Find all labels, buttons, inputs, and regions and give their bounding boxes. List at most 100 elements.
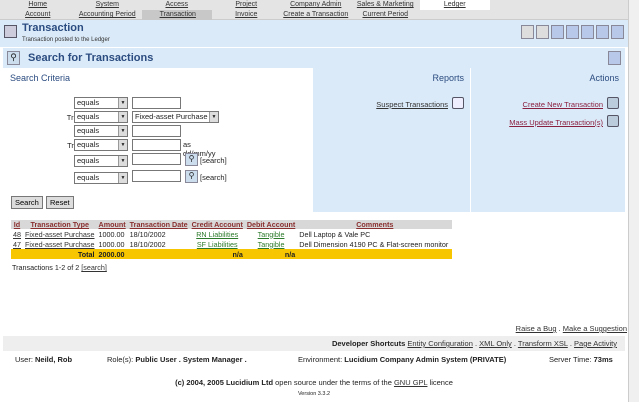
- search-icon[interactable]: [551, 25, 564, 39]
- book-icon[interactable]: [608, 51, 621, 65]
- copyright: (c) 2004, 2005 Lucidium Ltd open source …: [175, 378, 453, 387]
- book-alt-icon[interactable]: [596, 25, 609, 39]
- amount: 1000.00: [98, 239, 125, 249]
- action-icon[interactable]: [607, 115, 619, 127]
- amount: 1000.00: [98, 229, 125, 239]
- debit-total: n/a: [244, 249, 298, 259]
- reset-button[interactable]: Reset: [46, 196, 74, 209]
- report-icon[interactable]: [452, 97, 464, 109]
- nav-company-admin[interactable]: Company Admin: [281, 0, 351, 10]
- search-icon[interactable]: ⚲: [185, 170, 198, 183]
- user-label: User:: [15, 355, 33, 364]
- nav-ledger[interactable]: Ledger: [420, 0, 490, 10]
- subnav-create-transaction[interactable]: Create a Transaction: [281, 10, 351, 20]
- debit-account-search-link[interactable]: [search]: [200, 173, 227, 182]
- id-link[interactable]: 48: [13, 230, 21, 239]
- transaction-type-operator-select[interactable]: equals ▼: [74, 111, 128, 123]
- id-operator-select[interactable]: equals ▼: [74, 97, 128, 109]
- id-link[interactable]: 47: [13, 240, 21, 249]
- calculator-icon: [4, 25, 17, 38]
- top-nav: Home System Access Project Company Admin…: [0, 0, 628, 20]
- developer-shortcuts: Developer Shortcuts Entity Configuration…: [3, 336, 625, 351]
- col-id[interactable]: Id: [11, 220, 23, 229]
- col-amount[interactable]: Amount: [96, 220, 128, 229]
- type-link[interactable]: Fixed-asset Purchase: [25, 240, 95, 249]
- debit-account-link[interactable]: Tangible: [258, 240, 285, 249]
- total-row: Total 2000.00 n/a n/a: [11, 249, 453, 259]
- create-new-transaction-link[interactable]: Create New Transaction: [523, 100, 603, 109]
- type-link[interactable]: Fixed-asset Purchase: [25, 230, 95, 239]
- search-icon: ⚲: [7, 51, 20, 65]
- subnav-accounting-period[interactable]: Accounting Period: [73, 10, 143, 20]
- page-title: Transaction: [22, 22, 84, 34]
- transaction-date-operator-select[interactable]: equals ▼: [74, 139, 128, 151]
- table-row: 47 Fixed-asset Purchase 1000.00 18/10/20…: [11, 239, 452, 249]
- search-criteria-title: Search Criteria: [10, 73, 71, 83]
- credit-account-link[interactable]: RN Liabilities: [196, 230, 238, 239]
- credit-account-link[interactable]: SF Liabilities: [197, 240, 238, 249]
- entity-config-link[interactable]: Entity Configuration: [407, 339, 472, 348]
- subnav-transaction[interactable]: Transaction: [142, 10, 212, 20]
- credit-account-input[interactable]: [132, 153, 181, 165]
- section-title: Search for Transactions: [28, 52, 154, 64]
- nav-sales-marketing[interactable]: Sales & Marketing: [351, 0, 421, 10]
- arrow-down-icon[interactable]: [536, 25, 549, 39]
- credit-account-search-link[interactable]: [search]: [200, 156, 227, 165]
- transform-xsl-link[interactable]: Transform XSL: [518, 339, 568, 348]
- date: 18/10/2002: [129, 229, 166, 239]
- user-close-icon[interactable]: [611, 25, 624, 39]
- nav-system[interactable]: System: [73, 0, 143, 10]
- search-button[interactable]: Search: [11, 196, 43, 209]
- total-label: Total: [11, 249, 97, 259]
- amount-operator-select[interactable]: equals ▼: [74, 125, 128, 137]
- transactions-table: Id Transaction Type Amount Transaction D…: [11, 220, 453, 259]
- suspect-transactions-link[interactable]: Suspect Transactions: [376, 100, 448, 109]
- total-amount: 2000.00: [96, 249, 128, 259]
- nav-home[interactable]: Home: [3, 0, 73, 10]
- gpl-link[interactable]: GNU GPL: [394, 378, 427, 387]
- date: 18/10/2002: [129, 239, 166, 249]
- mass-update-link[interactable]: Mass Update Transaction(s): [509, 118, 603, 127]
- debit-account-operator-select[interactable]: equals ▼: [74, 172, 128, 184]
- page-activity-link[interactable]: Page Activity: [574, 339, 617, 348]
- amount-input[interactable]: [132, 125, 181, 137]
- action-icon[interactable]: [607, 97, 619, 109]
- search-icon[interactable]: ⚲: [185, 153, 198, 166]
- debit-account-input[interactable]: [132, 170, 181, 182]
- user-name: Neild, Rob: [35, 355, 73, 364]
- debit-account-link[interactable]: Tangible: [258, 230, 285, 239]
- credit-total: n/a: [189, 249, 245, 259]
- scrollbar[interactable]: [628, 0, 639, 402]
- subnav-current-period[interactable]: Current Period: [351, 10, 421, 20]
- nav-access[interactable]: Access: [142, 0, 212, 10]
- transaction-date-input[interactable]: [132, 139, 181, 151]
- xml-only-link[interactable]: XML Only: [479, 339, 512, 348]
- actions-title: Actions: [589, 73, 619, 83]
- server-time: 73ms: [593, 355, 613, 364]
- book-icon[interactable]: [581, 25, 594, 39]
- make-suggestion-link[interactable]: Make a Suggestion: [563, 324, 627, 333]
- subnav-invoice[interactable]: Invoice: [212, 10, 282, 20]
- credit-account-operator-select[interactable]: equals ▼: [74, 155, 128, 167]
- result-count: Transactions 1-2 of 2 [search]: [12, 263, 107, 272]
- dev-label: Developer Shortcuts: [331, 339, 406, 348]
- arrow-up-icon[interactable]: [521, 25, 534, 39]
- user-info-bar: User: Neild, Rob Role(s): Public User . …: [3, 352, 625, 368]
- environment: Lucidium Company Admin System (PRIVATE): [344, 355, 507, 364]
- nav-project[interactable]: Project: [212, 0, 282, 10]
- transaction-type-select[interactable]: Fixed-asset Purchase ▼: [132, 111, 219, 123]
- raise-bug-link[interactable]: Raise a Bug: [516, 324, 557, 333]
- comments: Dell Dimension 4190 PC & Flat-screen mon…: [299, 239, 449, 249]
- col-transaction-type[interactable]: Transaction Type: [23, 220, 97, 229]
- search-link[interactable]: [search]: [81, 263, 107, 272]
- search-section-bar: ⚲ Search for Transactions: [3, 48, 625, 68]
- reports-panel: Reports Suspect Transactions: [313, 68, 470, 212]
- id-input[interactable]: [132, 97, 181, 109]
- col-comments[interactable]: Comments: [297, 220, 453, 229]
- col-debit-account[interactable]: Debit Account: [244, 220, 298, 229]
- feedback-links: Raise a Bug . Make a Suggestion: [515, 324, 627, 333]
- subnav-account[interactable]: Account: [3, 10, 73, 20]
- col-credit-account[interactable]: Credit Account: [189, 220, 245, 229]
- hand-icon[interactable]: [566, 25, 579, 39]
- col-transaction-date[interactable]: Transaction Date: [127, 220, 190, 229]
